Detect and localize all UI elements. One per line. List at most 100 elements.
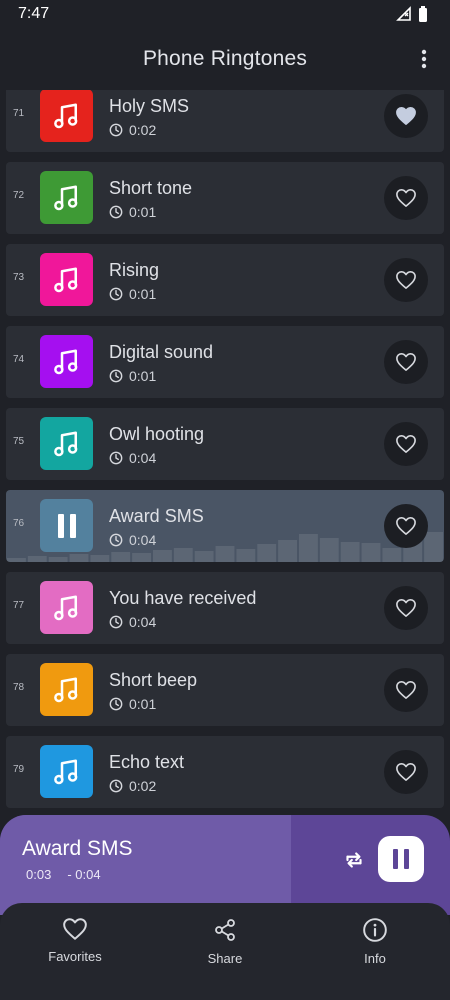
ringtone-tile[interactable] <box>40 90 93 142</box>
ringtone-duration-text: 0:04 <box>129 532 157 548</box>
ringtone-row[interactable]: 78 Short beep 0:01 <box>6 654 444 726</box>
bottom-nav: Favorites Share Info <box>0 903 450 1000</box>
more-vert-icon <box>421 49 427 69</box>
music-note-icon <box>53 759 77 784</box>
nav-share[interactable]: Share <box>170 917 280 1000</box>
ringtone-number: 76 <box>13 518 25 529</box>
battery-icon <box>419 6 427 22</box>
ringtone-title: Short beep <box>109 670 198 690</box>
ringtone-row[interactable]: 71 Holy SMS 0:02 <box>6 90 444 152</box>
ringtone-title: Award SMS <box>109 506 204 526</box>
favorite-button[interactable] <box>384 258 428 302</box>
ringtone-duration: 0:01 <box>109 368 156 384</box>
player-remaining: - 0:04 <box>67 867 101 882</box>
player-times: 0:03 - 0:04 <box>26 867 101 882</box>
signal-icon <box>396 6 411 21</box>
ringtone-duration: 0:01 <box>109 204 156 220</box>
heart-icon <box>396 763 416 781</box>
repeat-button[interactable] <box>341 847 367 873</box>
ringtone-row[interactable]: 76 Award SMS 0:04 <box>6 490 444 562</box>
info-icon <box>363 918 387 942</box>
clock-icon <box>109 287 123 301</box>
clock-icon <box>109 123 123 137</box>
nav-info[interactable]: Info <box>320 917 430 1000</box>
favorite-button[interactable] <box>384 94 428 138</box>
ringtone-number: 75 <box>13 436 25 447</box>
favorite-button[interactable] <box>384 176 428 220</box>
nav-favorites-label: Favorites <box>48 949 102 964</box>
ringtone-duration-text: 0:01 <box>129 204 157 220</box>
ringtone-row[interactable]: 72 Short tone 0:01 <box>6 162 444 234</box>
ringtone-row[interactable]: 73 Rising 0:01 <box>6 244 444 316</box>
ringtone-number: 72 <box>13 190 25 201</box>
ringtone-row[interactable]: 75 Owl hooting 0:04 <box>6 408 444 480</box>
favorite-button[interactable] <box>384 750 428 794</box>
clock-icon <box>109 697 123 711</box>
app-bar: Phone Ringtones <box>0 28 450 90</box>
ringtone-duration-text: 0:02 <box>129 778 157 794</box>
music-note-icon <box>53 185 77 210</box>
nav-share-label: Share <box>207 951 243 966</box>
ringtone-title: Owl hooting <box>109 424 205 444</box>
ringtone-tile[interactable] <box>40 253 93 306</box>
more-menu-button[interactable] <box>410 44 438 74</box>
ringtone-duration: 0:01 <box>109 286 156 302</box>
clock-icon <box>109 615 123 629</box>
heart-filled-icon <box>396 107 416 125</box>
heart-icon <box>396 353 416 371</box>
ringtone-duration-text: 0:01 <box>129 368 157 384</box>
pause-icon <box>393 849 409 869</box>
clock-icon <box>109 451 123 465</box>
favorite-button[interactable] <box>384 586 428 630</box>
music-note-icon <box>53 677 77 702</box>
heart-icon <box>396 189 416 207</box>
ringtone-number: 78 <box>13 682 25 693</box>
ringtone-title: Echo text <box>109 752 185 772</box>
ringtone-duration: 0:04 <box>109 532 156 548</box>
ringtone-duration: 0:04 <box>109 614 156 630</box>
ringtone-number: 79 <box>13 764 25 775</box>
ringtone-duration: 0:02 <box>109 778 156 794</box>
repeat-icon <box>346 852 362 868</box>
pause-button[interactable] <box>378 836 424 882</box>
music-note-icon <box>53 267 77 292</box>
ringtone-duration-text: 0:04 <box>129 450 157 466</box>
clock-icon <box>109 369 123 383</box>
ringtone-duration-text: 0:01 <box>129 286 157 302</box>
ringtone-list[interactable]: 71 Holy SMS 0:02 72 Short tone 0:01 73 Rising 0:… <box>0 90 450 815</box>
favorite-button[interactable] <box>384 504 428 548</box>
favorite-button[interactable] <box>384 422 428 466</box>
ringtone-tile[interactable] <box>40 581 93 634</box>
ringtone-tile[interactable] <box>40 335 93 388</box>
ringtone-title: Digital sound <box>109 342 214 362</box>
nav-favorites[interactable]: Favorites <box>20 917 130 1000</box>
share-icon <box>215 919 235 941</box>
favorite-button[interactable] <box>384 668 428 712</box>
ringtone-tile[interactable] <box>40 171 93 224</box>
ringtone-duration: 0:02 <box>109 122 156 138</box>
ringtone-title: Short tone <box>109 178 193 198</box>
clock-icon <box>109 533 123 547</box>
music-note-icon <box>53 103 77 128</box>
ringtone-duration-text: 0:01 <box>129 696 157 712</box>
ringtone-title: Holy SMS <box>109 96 190 116</box>
clock-icon <box>109 205 123 219</box>
ringtone-tile[interactable] <box>40 663 93 716</box>
mini-player[interactable]: Award SMS 0:03 - 0:04 <box>0 815 450 915</box>
ringtone-duration: 0:04 <box>109 450 156 466</box>
ringtone-tile[interactable] <box>40 417 93 470</box>
ringtone-tile[interactable] <box>40 745 93 798</box>
favorite-button[interactable] <box>384 340 428 384</box>
ringtone-duration-text: 0:04 <box>129 614 157 630</box>
player-title: Award SMS <box>22 837 133 860</box>
ringtone-number: 74 <box>13 354 25 365</box>
ringtone-row[interactable]: 79 Echo text 0:02 <box>6 736 444 808</box>
music-note-icon <box>53 431 77 456</box>
ringtone-row[interactable]: 77 You have received 0:04 <box>6 572 444 644</box>
heart-icon <box>396 517 416 535</box>
playing-tile[interactable] <box>40 499 93 552</box>
status-time: 7:47 <box>18 5 50 22</box>
music-note-icon <box>53 349 77 374</box>
ringtone-row[interactable]: 74 Digital sound 0:01 <box>6 326 444 398</box>
heart-icon <box>63 918 87 940</box>
